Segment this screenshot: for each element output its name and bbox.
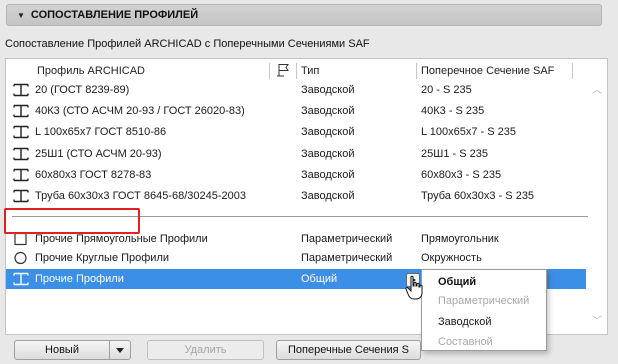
- profile-name: Труба 60x30x3 ГОСТ 8645-68/30245-2003: [35, 190, 246, 202]
- profile-type: Заводской: [301, 126, 355, 138]
- scroll-down-icon[interactable]: ﹀: [592, 312, 602, 327]
- profile-name: L 100x65x7 ГОСТ 8510-86: [35, 126, 167, 138]
- profile-name: Прочие Профили: [35, 273, 124, 285]
- table-row[interactable]: 40К3 (СТО АСЧМ 20-93 / ГОСТ 26020-83) За…: [6, 101, 586, 121]
- i-beam-icon: [13, 272, 29, 286]
- column-separator[interactable]: [296, 63, 297, 79]
- profile-type: Общий: [301, 273, 338, 285]
- saf-section: 40К3 - S 235: [421, 105, 485, 117]
- profile-type: Заводской: [301, 105, 355, 117]
- column-separator[interactable]: [416, 63, 417, 79]
- saf-section: Окружность: [421, 252, 482, 264]
- profile-name: 60x80x3 ГОСТ 8278-83: [35, 169, 152, 181]
- mapping-description: Сопоставление Профилей ARCHICAD с Попере…: [5, 38, 370, 50]
- profile-type: Параметрический: [301, 252, 393, 264]
- saf-section: 60x80x3 - S 235: [421, 169, 502, 181]
- profile-name: 20 (ГОСТ 8239-89): [35, 84, 130, 96]
- hand-cursor-icon: [405, 275, 423, 300]
- menu-item-general[interactable]: Общий: [438, 276, 476, 288]
- profile-type: Заводской: [301, 84, 355, 96]
- column-separator[interactable]: [269, 63, 270, 79]
- i-beam-icon: [13, 189, 29, 203]
- saf-section: 20 - S 235: [421, 84, 472, 96]
- profile-name: Прочие Прямоугольные Профили: [35, 233, 208, 245]
- profile-type: Заводской: [301, 190, 355, 202]
- saf-section: Прямоугольник: [421, 233, 499, 245]
- column-header-saf-section[interactable]: Поперечное Сечение SAF: [421, 65, 554, 77]
- cross-sections-button[interactable]: Поперечные Сечения S: [276, 340, 421, 360]
- table-row[interactable]: Прочие Круглые Профили Параметрический О…: [6, 248, 586, 268]
- table-row[interactable]: 60x80x3 ГОСТ 8278-83 Заводской 60x80x3 -…: [6, 165, 586, 185]
- table-row[interactable]: Труба 60x30x3 ГОСТ 8645-68/30245-2003 За…: [6, 186, 586, 206]
- profile-name: 40К3 (СТО АСЧМ 20-93 / ГОСТ 26020-83): [35, 105, 245, 117]
- menu-item-parametric: Параметрический: [438, 295, 530, 307]
- column-header-profile[interactable]: Профиль ARCHICAD: [37, 65, 145, 77]
- scroll-up-icon[interactable]: ︿: [592, 81, 602, 96]
- saf-section: L 100x65x7 - S 235: [421, 126, 516, 138]
- i-beam-icon: [13, 125, 29, 139]
- circle-icon: [14, 251, 27, 265]
- delete-button: Удалить: [147, 340, 264, 360]
- profile-type: Заводской: [301, 169, 355, 181]
- i-beam-icon: [13, 147, 29, 161]
- new-button[interactable]: Новый: [14, 340, 110, 360]
- i-beam-icon: [13, 104, 29, 118]
- table-header: Профиль ARCHICAD Тип Поперечное Сечение …: [6, 62, 588, 80]
- section-header-profile-mapping[interactable]: ▼ СОПОСТАВЛЕНИЕ ПРОФИЛЕЙ: [6, 4, 602, 26]
- collapse-arrow-icon[interactable]: ▼: [17, 11, 25, 20]
- menu-item-library[interactable]: Заводской: [438, 316, 491, 328]
- profile-name: Прочие Круглые Профили: [35, 252, 170, 264]
- flag-icon: [277, 64, 289, 77]
- highlight-annotation: [4, 208, 140, 234]
- column-header-type[interactable]: Тип: [301, 65, 319, 77]
- menu-item-complex: Составной: [438, 336, 493, 348]
- new-button-dropdown[interactable]: [109, 340, 131, 360]
- i-beam-icon: [13, 83, 29, 97]
- rectangle-icon: [14, 232, 27, 246]
- table-row[interactable]: 20 (ГОСТ 8239-89) Заводской 20 - S 235: [6, 80, 586, 100]
- profile-name: 25Ш1 (СТО АСЧМ 20-93): [35, 148, 162, 160]
- saf-section: 25Ш1 - S 235: [421, 148, 488, 160]
- type-popup-menu: Общий Параметрический Заводской Составно…: [421, 269, 547, 351]
- i-beam-icon: [13, 168, 29, 182]
- column-separator[interactable]: [572, 63, 573, 79]
- saf-section: Труба 60x30x3 - S 235: [421, 190, 535, 202]
- profile-type: Параметрический: [301, 233, 393, 245]
- table-row[interactable]: 25Ш1 (СТО АСЧМ 20-93) Заводской 25Ш1 - S…: [6, 144, 586, 164]
- section-title: СОПОСТАВЛЕНИЕ ПРОФИЛЕЙ: [30, 9, 199, 21]
- profile-type: Заводской: [301, 148, 355, 160]
- table-row[interactable]: L 100x65x7 ГОСТ 8510-86 Заводской L 100x…: [6, 122, 586, 142]
